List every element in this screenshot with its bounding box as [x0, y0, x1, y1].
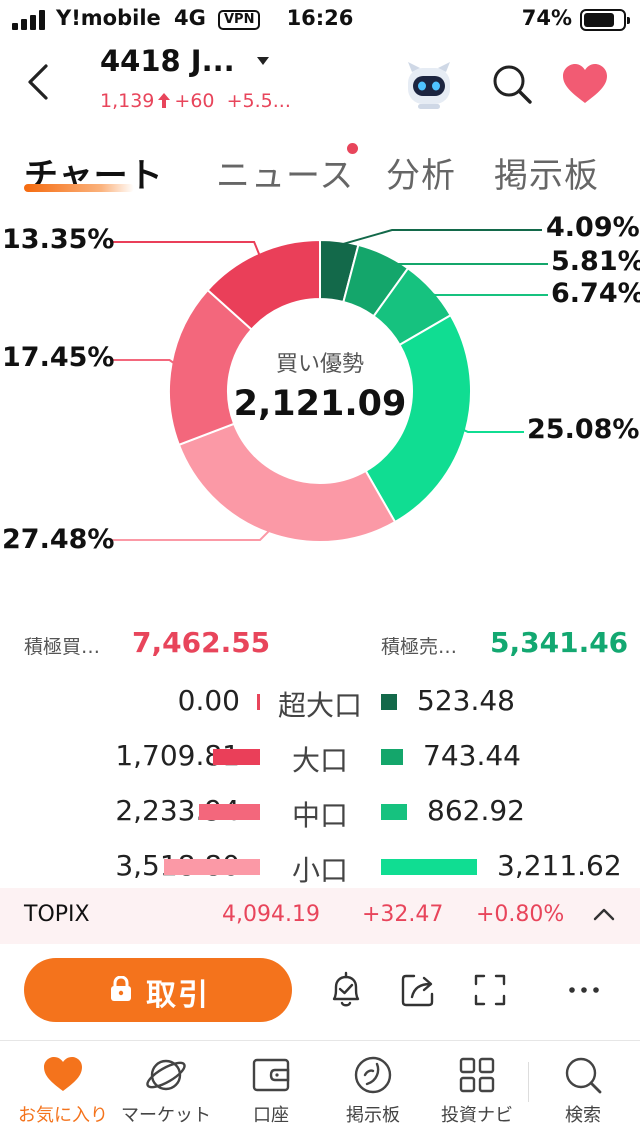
battery-icon	[580, 9, 630, 31]
nav-favorites[interactable]: お気に入り	[10, 1041, 116, 1136]
segment-label: 17.45%	[2, 342, 115, 373]
tab-analysis[interactable]: 分析	[386, 148, 456, 197]
aggressive-buy-label: 積極買…	[24, 636, 101, 658]
segment-leader-line	[428, 291, 548, 296]
nav-search[interactable]: 検索	[530, 1041, 636, 1136]
notification-dot	[347, 143, 358, 154]
caret-down-icon[interactable]	[256, 56, 270, 66]
nav-message-board[interactable]: 掲示板	[320, 1041, 426, 1136]
search-icon[interactable]	[490, 62, 534, 106]
stock-price: 1,139	[100, 90, 155, 112]
aggressive-sell-label: 積極売…	[381, 636, 458, 658]
trade-button[interactable]: 取引	[24, 958, 292, 1022]
stock-title[interactable]: 4418 J...	[100, 44, 235, 78]
nav-investment-navi[interactable]: 投資ナビ	[424, 1041, 530, 1136]
segment-leader-line	[382, 257, 548, 265]
tab-news[interactable]: ニュース	[216, 148, 354, 197]
planet-icon	[146, 1059, 186, 1091]
segment-leader-line	[461, 428, 524, 433]
up-arrow-icon	[158, 93, 171, 108]
share-icon[interactable]	[396, 968, 440, 1012]
segment-leader-line	[110, 241, 262, 258]
buy-value: 0.00	[177, 684, 240, 717]
sell-value: 523.48	[417, 684, 515, 717]
lock-icon	[111, 976, 131, 1001]
nav-divider	[528, 1062, 529, 1102]
buy-bar	[213, 749, 260, 765]
order-size-label: 大口	[291, 744, 348, 777]
order-size-label: 超大口	[277, 689, 362, 722]
favorite-heart-icon[interactable]	[562, 64, 608, 104]
nav-label: 投資ナビ	[441, 1105, 513, 1126]
sell-bar	[381, 804, 407, 820]
sell-value: 862.92	[427, 794, 525, 827]
nav-label: 掲示板	[346, 1105, 400, 1126]
robot-assistant-icon[interactable]	[402, 60, 456, 110]
segment-label: 5.81%	[551, 246, 640, 277]
segment-label: 4.09%	[546, 212, 640, 243]
breakdown-row: 1,709.81 大口 743.44	[0, 731, 640, 787]
nav-label: 口座	[253, 1105, 289, 1126]
order-size-label: 中口	[291, 799, 348, 832]
nav-label: 検索	[565, 1105, 601, 1126]
wallet-icon	[252, 1058, 290, 1092]
breakdown-row: 0.00 超大口 523.48	[0, 676, 640, 732]
nav-market[interactable]: マーケット	[113, 1041, 219, 1136]
status-bar: Y!mobile 4G VPN 16:26 74%	[0, 0, 640, 40]
battery-percent: 74%	[521, 6, 572, 30]
chevron-up-icon[interactable]	[592, 906, 616, 922]
segment-label: 6.74%	[551, 278, 640, 309]
nav-label: マーケット	[121, 1105, 211, 1126]
grid-icon	[459, 1057, 495, 1093]
sell-value: 3,211.62	[497, 849, 622, 882]
fullscreen-icon[interactable]	[468, 968, 512, 1012]
bubble-icon	[354, 1056, 392, 1094]
tab-message-board[interactable]: 掲示板	[494, 148, 599, 197]
stock-change: +60	[174, 90, 215, 112]
segment-label: 25.08%	[527, 414, 640, 445]
bottom-navigation: お気に入り マーケット 口座 掲示板 投資ナビ 検索	[0, 1040, 640, 1136]
segment-leader-line	[110, 359, 177, 365]
topix-ticker[interactable]: TOPIX 4,094.19 +32.47 +0.80%	[0, 888, 640, 944]
buy-bar	[199, 804, 260, 820]
nav-account[interactable]: 口座	[218, 1041, 324, 1136]
segment-leader-line	[110, 528, 272, 541]
trade-button-label: 取引	[146, 978, 210, 1013]
index-change: +32.47	[362, 902, 444, 927]
segment-leader-line	[338, 229, 542, 247]
breakdown-row: 2,233.94 中口 862.92	[0, 786, 640, 842]
back-arrow-icon[interactable]	[22, 62, 62, 102]
stock-change-pct: +5.5...	[226, 90, 291, 112]
bell-check-icon[interactable]	[324, 968, 368, 1012]
search-icon	[565, 1057, 602, 1094]
index-change-pct: +0.80%	[476, 902, 565, 927]
heart-icon	[44, 1057, 82, 1091]
sell-bar	[381, 749, 403, 765]
index-name: TOPIX	[24, 902, 90, 927]
sell-bar	[381, 859, 477, 875]
aggressive-sell-value: 5,341.46	[490, 626, 629, 659]
donut-center-value: 2,121.09	[233, 384, 407, 424]
active-tab-indicator	[24, 184, 134, 192]
segment-label: 27.48%	[2, 524, 115, 555]
buy-bar	[164, 859, 260, 875]
buy-bar	[257, 694, 260, 710]
sell-value: 743.44	[423, 739, 521, 772]
nav-label: お気に入り	[18, 1105, 108, 1126]
more-icon[interactable]	[562, 968, 606, 1012]
order-size-label: 小口	[291, 854, 348, 887]
stock-quote: 1,139 +60 +5.5...	[100, 90, 291, 112]
sell-bar	[381, 694, 397, 710]
index-value: 4,094.19	[222, 902, 320, 927]
aggressive-buy-value: 7,462.55	[132, 626, 271, 659]
donut-center-caption: 買い優勢	[275, 352, 364, 377]
segment-label: 13.35%	[2, 224, 115, 255]
